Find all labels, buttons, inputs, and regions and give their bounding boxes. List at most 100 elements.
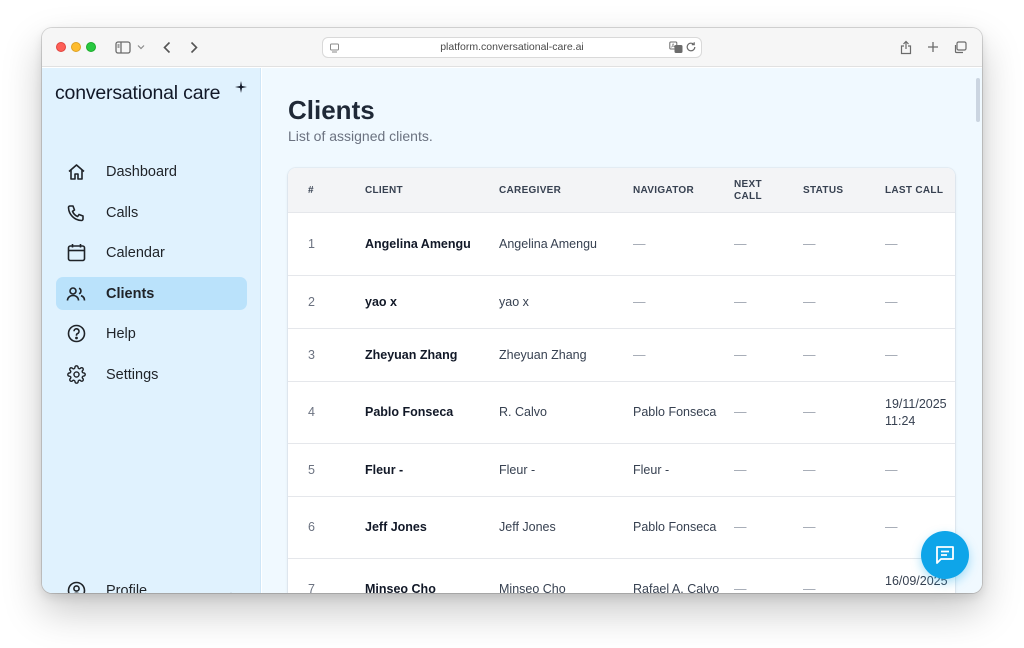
scrollbar[interactable] <box>976 78 980 122</box>
clients-table: # CLIENT CAREGIVER NAVIGATOR NEXT CALL S… <box>288 168 955 593</box>
table-row[interactable]: 3 Zheyuan Zhang Zheyuan Zhang — — — — <box>288 329 955 382</box>
column-header-client[interactable]: CLIENT <box>365 168 475 213</box>
cell-caregiver: Fleur - <box>499 462 536 477</box>
url-text: platform.conversational-care.ai <box>440 41 584 53</box>
table-row[interactable]: 5 Fleur - Fleur - Fleur - — — — <box>288 444 955 497</box>
cell-next-call: — <box>734 237 747 251</box>
zoom-window-button[interactable] <box>86 42 96 52</box>
table-row[interactable]: 7 Minseo Cho Minseo Cho Rafael A. Calvo — —16… <box>288 559 955 594</box>
cell-status: — <box>803 582 816 593</box>
address-bar[interactable]: platform.conversational-care.ai A <box>322 37 702 58</box>
cell-client: Jeff Jones <box>365 520 427 534</box>
sidebar-item-calendar[interactable]: Calendar <box>56 236 247 269</box>
cell-caregiver: Jeff Jones <box>499 520 556 534</box>
table-row[interactable]: 4 Pablo Fonseca R. Calvo Pablo Fonseca — — 19/… <box>288 382 955 444</box>
calendar-icon <box>66 243 86 263</box>
minimize-window-button[interactable] <box>71 42 81 52</box>
table-row[interactable]: 2 yao x yao x — — — — <box>288 276 955 329</box>
browser-titlebar: platform.conversational-care.ai A <box>42 28 982 67</box>
help-circle-icon <box>66 324 86 344</box>
cell-status: — <box>803 237 816 251</box>
cell-client: yao x <box>365 294 397 309</box>
sidebar-item-dashboard[interactable]: Dashboard <box>56 155 247 188</box>
cell-status: — <box>803 294 816 309</box>
column-header-navigator[interactable]: NAVIGATOR <box>633 168 723 213</box>
sidebar-toggle-icon[interactable] <box>113 38 133 56</box>
share-icon[interactable] <box>898 38 914 56</box>
brand-logo: conversational care <box>55 82 221 104</box>
cell-navigator: Pablo Fonseca <box>633 520 717 534</box>
user-circle-icon <box>66 581 86 593</box>
main-content: Clients List of assigned clients. # CLIE… <box>262 68 982 593</box>
cell-last-call: — <box>885 294 898 309</box>
svg-text:A: A <box>671 44 675 50</box>
phone-icon <box>66 203 86 223</box>
cell-navigator: — <box>633 294 646 309</box>
sidebar-item-label: Help <box>106 325 136 342</box>
column-header-next-call[interactable]: NEXT CALL <box>734 168 774 213</box>
cell-next-call: — <box>734 347 747 362</box>
chat-button[interactable] <box>921 531 969 579</box>
cell-caregiver: R. Calvo <box>499 405 547 419</box>
sidebar-item-calls[interactable]: Calls <box>56 196 247 229</box>
gear-icon <box>66 365 86 385</box>
cell-number: 2 <box>308 294 315 309</box>
column-header-last-call[interactable]: LAST CALL <box>885 168 955 213</box>
cell-navigator: — <box>633 237 646 251</box>
cell-client: Pablo Fonseca <box>365 405 454 419</box>
page-settings-icon[interactable] <box>329 42 340 61</box>
cell-last-call: — <box>885 237 898 251</box>
sidebar-item-label: Dashboard <box>106 163 177 180</box>
cell-last-call: — <box>885 347 898 362</box>
sparkle-icon <box>235 80 247 98</box>
cell-navigator: — <box>633 347 646 362</box>
cell-number: 6 <box>308 520 315 534</box>
cell-caregiver: yao x <box>499 294 529 309</box>
close-window-button[interactable] <box>56 42 66 52</box>
cell-status: — <box>803 520 816 534</box>
tab-overview-icon[interactable] <box>952 38 968 56</box>
chevron-up-icon[interactable] <box>227 585 235 593</box>
table-row[interactable]: 6 Jeff Jones Jeff Jones Pablo Fonseca — — — <box>288 497 955 559</box>
cell-caregiver: Zheyuan Zhang <box>499 347 587 362</box>
cell-next-call: — <box>734 520 747 534</box>
browser-window: platform.conversational-care.ai A conver… <box>42 28 982 593</box>
forward-arrow-icon[interactable] <box>187 38 201 56</box>
column-header-caregiver[interactable]: CAREGIVER <box>499 168 614 213</box>
column-header-status[interactable]: STATUS <box>803 168 873 213</box>
new-tab-icon[interactable] <box>925 38 941 56</box>
cell-last-call: — <box>885 462 898 477</box>
sidebar-item-profile[interactable]: Profile <box>56 574 247 593</box>
cell-status: — <box>803 462 816 477</box>
sidebar-item-clients[interactable]: Clients <box>56 277 247 310</box>
cell-client: Fleur - <box>365 462 404 477</box>
cell-client: Zheyuan Zhang <box>365 347 458 362</box>
cell-next-call: — <box>734 405 747 419</box>
reload-icon[interactable] <box>685 41 697 60</box>
cell-caregiver: Minseo Cho <box>499 582 566 593</box>
cell-number: 1 <box>308 237 315 251</box>
cell-client: Angelina Amengu <box>365 237 471 251</box>
home-icon <box>66 162 86 182</box>
cell-caregiver: Angelina Amengu <box>499 237 597 251</box>
sidebar-item-label: Calls <box>106 204 139 221</box>
chat-icon <box>934 544 956 566</box>
chevron-down-icon[interactable] <box>136 38 146 56</box>
cell-number: 5 <box>308 462 315 477</box>
sidebar: conversational care Dashboard Calls Cale… <box>42 68 261 593</box>
page-title: Clients <box>288 95 375 125</box>
cell-navigator: Fleur - <box>633 462 670 477</box>
sidebar-item-label: Settings <box>106 366 159 383</box>
sidebar-item-help[interactable]: Help <box>56 317 247 350</box>
translate-icon[interactable]: A <box>669 41 683 61</box>
cell-next-call: — <box>734 294 747 309</box>
cell-last-call: 19/11/2025 11:24 <box>885 396 947 428</box>
back-arrow-icon[interactable] <box>160 38 174 56</box>
sidebar-item-settings[interactable]: Settings <box>56 358 247 391</box>
column-header-number[interactable]: # <box>308 168 348 213</box>
table-row[interactable]: 1 Angelina Amengu Angelina Amengu — — — — <box>288 214 955 276</box>
users-icon <box>66 284 86 304</box>
table-header: # CLIENT CAREGIVER NAVIGATOR NEXT CALL S… <box>288 168 955 213</box>
sidebar-item-label: Clients <box>106 285 155 302</box>
cell-next-call: — <box>734 582 747 593</box>
